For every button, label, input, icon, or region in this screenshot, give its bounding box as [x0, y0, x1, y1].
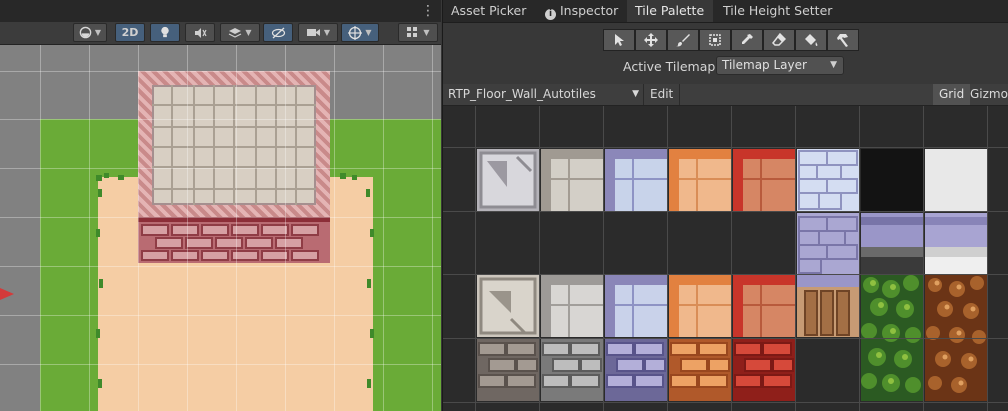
- move-arrows-icon: [644, 33, 658, 47]
- scene-tab-bar: ⋮: [0, 0, 441, 23]
- gizmo-globe-icon: [348, 25, 363, 40]
- brick-wall-pattern: [138, 217, 330, 261]
- palette-tile[interactable]: [861, 213, 923, 275]
- tab-label: Tile Height Setter: [723, 3, 833, 18]
- palette-tile[interactable]: [605, 275, 667, 337]
- palette-tool-strip: [603, 29, 859, 51]
- edit-palette-button[interactable]: Edit: [644, 84, 681, 105]
- tab-label: Asset Picker: [451, 3, 527, 18]
- palette-tile[interactable]: [733, 339, 795, 401]
- audio-muted-icon: [195, 27, 207, 38]
- scene-toolbar: ▼ 2D ▼ ▼ ▼ ▼: [0, 22, 441, 45]
- tab-tile-height-setter[interactable]: Tile Height Setter: [715, 0, 840, 22]
- shading-sphere-icon: [79, 26, 92, 39]
- active-tilemap-value: Tilemap Layer: [722, 58, 807, 72]
- paint-bucket-icon: [805, 34, 818, 46]
- move-tool[interactable]: [635, 29, 667, 51]
- lighting-toggle[interactable]: [150, 23, 180, 42]
- palette-tile[interactable]: [925, 213, 987, 275]
- chevron-down-icon: ▼: [632, 89, 639, 99]
- panel-tab-bar: Asset Picker i Inspector Tile Palette Til…: [443, 0, 1008, 23]
- scene-canvas[interactable]: [0, 45, 441, 411]
- palette-tile[interactable]: [605, 149, 667, 211]
- active-tilemap-label: Active Tilemap: [623, 59, 716, 74]
- pick-tool[interactable]: [731, 29, 763, 51]
- tab-asset-picker[interactable]: Asset Picker: [443, 0, 534, 22]
- offscreen-pointer-icon: [0, 288, 14, 300]
- overlay-grid-icon: [407, 27, 418, 37]
- palette-grid[interactable]: [443, 106, 1008, 411]
- palette-tile[interactable]: [797, 149, 859, 211]
- tab-inspector[interactable]: i Inspector: [537, 0, 626, 22]
- fill-tool[interactable]: [795, 29, 827, 51]
- effects-toggle[interactable]: ▼: [220, 23, 260, 42]
- eraser-icon: [772, 33, 786, 46]
- palette-tile[interactable]: [925, 149, 987, 211]
- camera-icon: [306, 29, 320, 36]
- palette-tile[interactable]: [861, 149, 923, 211]
- palette-tile[interactable]: [797, 213, 859, 275]
- info-icon: i: [545, 9, 556, 20]
- palette-tile[interactable]: [733, 149, 795, 211]
- box-fill-tool[interactable]: [699, 29, 731, 51]
- hidden-eye-icon: [271, 27, 285, 38]
- select-tool[interactable]: [603, 29, 635, 51]
- audio-toggle[interactable]: [185, 23, 215, 42]
- draw-mode-button[interactable]: ▼: [73, 23, 107, 42]
- palette-tile[interactable]: [541, 149, 603, 211]
- palette-tile[interactable]: [605, 339, 667, 401]
- scene-visibility-toggle[interactable]: [263, 23, 293, 42]
- palette-dropdown[interactable]: RTP_Floor_Wall_Autotiles ▼: [443, 84, 644, 105]
- active-tilemap-dropdown[interactable]: Tilemap Layer ▼: [716, 56, 844, 75]
- custom-tool[interactable]: [827, 29, 859, 51]
- palette-tile[interactable]: [733, 275, 795, 337]
- paint-tool[interactable]: [667, 29, 699, 51]
- tile-palette-panel: Asset Picker i Inspector Tile Palette Til…: [442, 0, 1008, 411]
- palette-tile[interactable]: [669, 275, 731, 337]
- hammer-icon: [837, 34, 848, 47]
- palette-toolbar: RTP_Floor_Wall_Autotiles ▼ Edit Grid Gizm…: [443, 84, 1008, 106]
- erase-tool[interactable]: [763, 29, 795, 51]
- effects-layers-icon: [229, 27, 242, 38]
- scene-menu-icon[interactable]: ⋮: [421, 2, 435, 20]
- gizmos-toggle-button[interactable]: Gizmos: [965, 84, 1008, 105]
- mode-2d-toggle[interactable]: 2D: [115, 23, 145, 42]
- stone-floor-seams: [152, 85, 316, 205]
- tab-label: Inspector: [560, 3, 619, 18]
- scene-view: ⋮ ▼ 2D ▼ ▼ ▼ ▼: [0, 0, 441, 411]
- palette-name: RTP_Floor_Wall_Autotiles: [448, 87, 596, 101]
- tab-label: Tile Palette: [635, 3, 705, 18]
- palette-tile[interactable]: [669, 339, 731, 401]
- palette-tile[interactable]: [669, 149, 731, 211]
- arrow-cursor-icon: [615, 34, 624, 46]
- gizmos-toggle[interactable]: ▼: [341, 23, 379, 42]
- tab-tile-palette[interactable]: Tile Palette: [627, 0, 713, 22]
- palette-tile[interactable]: [477, 275, 539, 337]
- palette-tile[interactable]: [541, 339, 603, 401]
- lightbulb-icon: [161, 26, 169, 38]
- brush-icon: [676, 34, 690, 47]
- palette-tile[interactable]: [797, 275, 859, 337]
- palette-tile[interactable]: [477, 149, 539, 211]
- overlays-button[interactable]: ▼: [398, 23, 438, 42]
- eyedropper-icon: [742, 34, 753, 44]
- palette-tile[interactable]: [541, 275, 603, 337]
- chevron-down-icon: ▼: [830, 60, 837, 70]
- box-select-icon: [709, 34, 721, 46]
- palette-tile[interactable]: [477, 339, 539, 401]
- camera-settings-button[interactable]: ▼: [298, 23, 338, 42]
